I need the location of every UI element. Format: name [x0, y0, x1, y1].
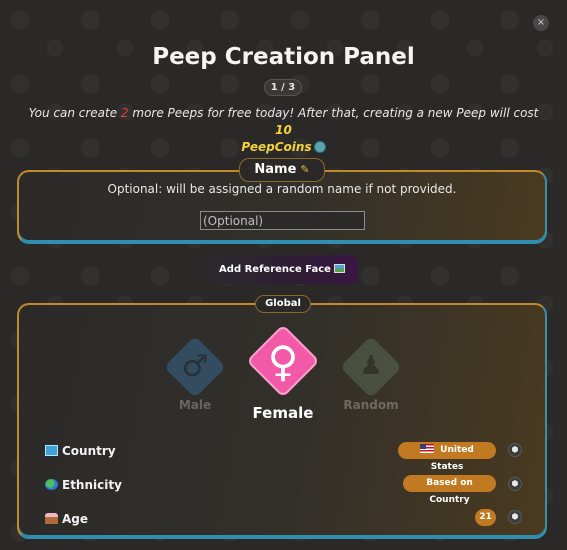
- cake-icon: [45, 513, 58, 524]
- step-indicator: 1 / 3: [264, 79, 302, 96]
- age-value: 21: [479, 512, 492, 522]
- name-section-label: Name: [254, 162, 297, 177]
- cost-amount: 10: [275, 123, 292, 137]
- name-description: Optional: will be assigned a random name…: [107, 182, 457, 196]
- name-section-tag: Name ✎: [239, 158, 325, 182]
- page-title: Peep Creation Panel: [152, 44, 415, 70]
- free-count: 2: [120, 106, 129, 120]
- gender-option-random[interactable]: ♟ Random: [336, 335, 406, 415]
- name-input[interactable]: [200, 211, 365, 230]
- gender-option-male[interactable]: ♂ Male: [160, 335, 230, 415]
- add-reference-face-button[interactable]: Add Reference Face: [206, 255, 358, 284]
- country-select[interactable]: United States: [398, 442, 496, 472]
- ethnicity-label-text: Ethnicity: [62, 478, 122, 492]
- ethnicity-select[interactable]: Based on Country: [403, 475, 496, 505]
- randomize-age-icon[interactable]: ⬢: [508, 510, 522, 524]
- country-label: Country: [45, 444, 116, 458]
- map-icon: [45, 445, 58, 456]
- randomize-ethnicity-icon[interactable]: ⬢: [508, 477, 522, 491]
- female-icon: ♀: [267, 337, 299, 386]
- gender-option-female[interactable]: ♀ Female: [243, 323, 323, 423]
- peepcoin-icon: [313, 141, 326, 153]
- gender-label-male: Male: [178, 398, 212, 412]
- close-button[interactable]: ×: [533, 15, 549, 31]
- random-person-icon: ♟: [359, 351, 383, 381]
- picture-icon: [333, 264, 345, 273]
- info-middle: more Peeps for free today! After that, c…: [128, 106, 539, 120]
- country-label-text: Country: [62, 444, 116, 458]
- globe-icon: [45, 479, 58, 490]
- age-label: Age: [45, 512, 88, 526]
- free-peeps-info: You can create 2 more Peeps for free tod…: [20, 105, 547, 156]
- ethnicity-value: Based on Country: [426, 478, 473, 505]
- ethnicity-label: Ethnicity: [45, 478, 122, 492]
- add-reference-face-label: Add Reference Face: [219, 264, 331, 275]
- randomize-country-icon[interactable]: ⬢: [508, 443, 522, 457]
- gender-label-random: Random: [343, 398, 399, 412]
- pencil-icon: ✎: [300, 163, 310, 176]
- gender-label-female: Female: [252, 404, 314, 422]
- currency-name: PeepCoins: [241, 140, 312, 154]
- info-prefix: You can create: [28, 106, 121, 120]
- us-flag-icon: [420, 444, 435, 453]
- age-input[interactable]: 21: [475, 509, 496, 526]
- age-label-text: Age: [62, 512, 89, 526]
- global-section-tag: Global: [255, 295, 311, 313]
- male-icon: ♂: [181, 349, 209, 384]
